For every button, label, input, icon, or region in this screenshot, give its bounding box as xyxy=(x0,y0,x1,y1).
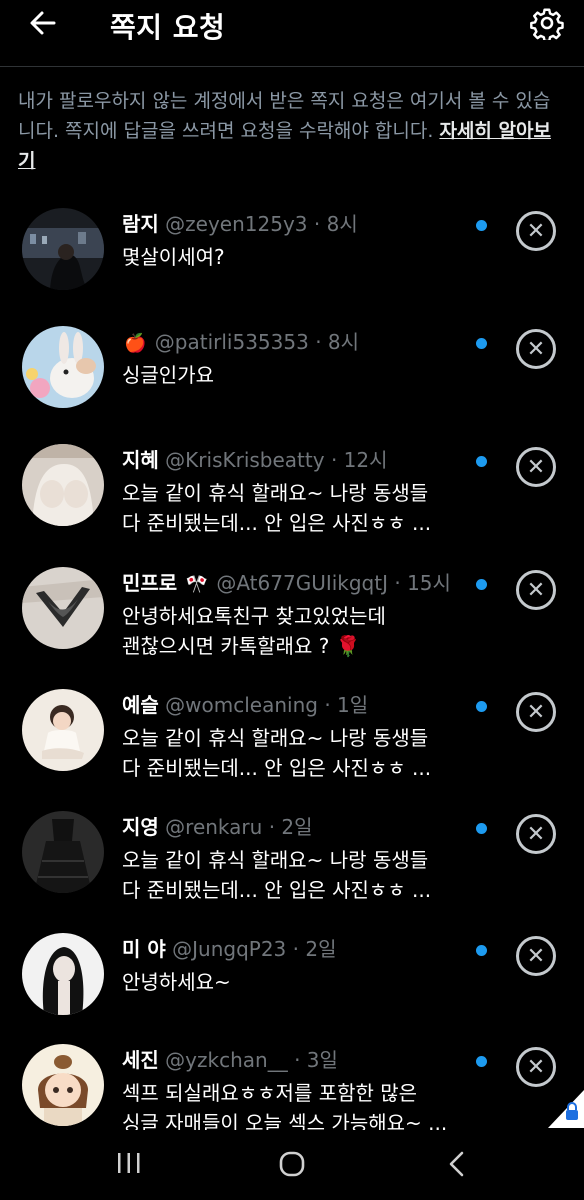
sent-time: · 3일 xyxy=(294,1048,338,1072)
close-icon: ✕ xyxy=(526,943,546,969)
back-button[interactable] xyxy=(28,8,58,38)
avatar[interactable] xyxy=(22,444,104,526)
arrow-left-icon xyxy=(30,11,56,35)
request-row[interactable]: 예슬 @womcleaning · 1일 오늘 같이 휴식 할래요~ 나랑 동생… xyxy=(0,677,584,797)
dismiss-request-button[interactable]: ✕ xyxy=(516,447,556,487)
close-icon: ✕ xyxy=(526,454,546,480)
message-preview: 오늘 같이 휴식 할래요~ 나랑 동생들 다 준비됐는데... 안 입은 사진ㅎ… xyxy=(122,481,432,535)
sent-time: · 2일 xyxy=(292,937,337,961)
sender-handle: @patirli535353 xyxy=(154,330,309,354)
avatar[interactable] xyxy=(22,208,104,290)
sender-name: 예슬 xyxy=(122,693,159,717)
top-app-bar: 쪽지 요청 xyxy=(0,0,584,66)
sender-name: 지혜 xyxy=(122,448,159,472)
dismiss-request-button[interactable]: ✕ xyxy=(516,329,556,369)
recent-apps-icon[interactable] xyxy=(116,1150,142,1176)
sent-time: · 8시 xyxy=(313,212,358,236)
system-navigation-bar xyxy=(0,1130,584,1200)
sender-line: 민프로 🎌 @At677GUIikgqtJ · 15시 xyxy=(122,569,472,599)
sender-line: 람지 @zeyen125y3 · 8시 xyxy=(122,210,472,238)
header-divider xyxy=(0,66,584,67)
sender-line: 세진 @yzkchan__ · 3일 xyxy=(122,1046,472,1074)
request-row[interactable]: 민프로 🎌 @At677GUIikgqtJ · 15시 안녕하세요톡친구 찾고있… xyxy=(0,555,584,675)
sender-handle: @At677GUIikgqtJ xyxy=(216,571,388,595)
close-icon: ✕ xyxy=(526,577,546,603)
sent-time: · 1일 xyxy=(324,693,369,717)
avatar[interactable] xyxy=(22,933,104,1015)
dismiss-request-button[interactable]: ✕ xyxy=(516,936,556,976)
message-preview: 안녕하세요톡친구 찾고있었는데 괜찮으시면 카톡할래요 ? 🌹 xyxy=(122,604,386,658)
sender-name: 지영 xyxy=(122,815,159,839)
dismiss-request-button[interactable]: ✕ xyxy=(516,211,556,251)
name-emoji: 🍎 xyxy=(124,333,147,354)
close-icon: ✕ xyxy=(526,1054,546,1080)
message-preview: 섹프 되실래요ㅎㅎ저를 포함한 많은 싱글 자매들이 오늘 섹스 가능해요~ .… xyxy=(122,1081,448,1135)
name-emoji: 🎌 xyxy=(185,574,208,595)
gear-icon xyxy=(530,8,564,43)
close-icon: ✕ xyxy=(526,699,546,725)
settings-button[interactable] xyxy=(530,6,564,43)
sender-line: 지영 @renkaru · 2일 xyxy=(122,813,472,841)
unread-dot xyxy=(476,579,487,590)
back-chevron-icon[interactable] xyxy=(446,1150,466,1178)
unread-dot xyxy=(476,945,487,956)
message-preview: 싱글인가요 xyxy=(122,363,214,387)
close-icon: ✕ xyxy=(526,336,546,362)
unread-dot xyxy=(476,456,487,467)
sender-name: 세진 xyxy=(122,1048,159,1072)
avatar[interactable] xyxy=(22,567,104,649)
unread-dot xyxy=(476,701,487,712)
sender-line: 지혜 @KrisKrisbeatty · 12시 xyxy=(122,446,472,474)
sender-line: 🍎 @patirli535353 · 8시 xyxy=(122,328,472,358)
dismiss-request-button[interactable]: ✕ xyxy=(516,1047,556,1087)
request-row[interactable]: 람지 @zeyen125y3 · 8시 몇살이세여? ✕ xyxy=(0,196,584,316)
sender-line: 예슬 @womcleaning · 1일 xyxy=(122,691,472,719)
unread-dot xyxy=(476,1056,487,1067)
avatar[interactable] xyxy=(22,689,104,771)
sender-handle: @JungqP23 xyxy=(172,937,287,961)
home-icon[interactable] xyxy=(278,1150,306,1178)
avatar[interactable] xyxy=(22,811,104,893)
dismiss-request-button[interactable]: ✕ xyxy=(516,692,556,732)
message-preview: 오늘 같이 휴식 할래요~ 나랑 동생들 다 준비됐는데... 안 입은 사진ㅎ… xyxy=(122,726,432,780)
request-row[interactable]: 🍎 @patirli535353 · 8시 싱글인가요 ✕ xyxy=(0,314,584,434)
sender-name: 미 야 xyxy=(122,937,166,961)
sent-time: · 12시 xyxy=(330,448,388,472)
sent-time: · 15시 xyxy=(394,571,451,595)
sent-time: · 8시 xyxy=(315,330,360,354)
sender-name: 민프로 xyxy=(122,571,178,595)
sent-time: · 2일 xyxy=(268,815,313,839)
avatar[interactable] xyxy=(22,1044,104,1126)
request-row[interactable]: 미 야 @JungqP23 · 2일 안녕하세요~ ✕ xyxy=(0,921,584,1041)
sender-line: 미 야 @JungqP23 · 2일 xyxy=(122,935,472,963)
dismiss-request-button[interactable]: ✕ xyxy=(516,570,556,610)
avatar[interactable] xyxy=(22,326,104,408)
sender-name: 람지 xyxy=(122,212,159,236)
sender-handle: @womcleaning xyxy=(165,693,318,717)
message-preview: 몇살이세여? xyxy=(122,245,225,269)
sender-handle: @zeyen125y3 xyxy=(165,212,308,236)
requests-notice: 내가 팔로우하지 않는 계정에서 받은 쪽지 요청은 여기서 볼 수 있습니다.… xyxy=(18,86,558,176)
sender-handle: @KrisKrisbeatty xyxy=(165,448,325,472)
sender-handle: @yzkchan__ xyxy=(165,1048,288,1072)
unread-dot xyxy=(476,338,487,349)
unread-dot xyxy=(476,220,487,231)
message-preview: 안녕하세요~ xyxy=(122,970,231,994)
new-message-corner-badge[interactable] xyxy=(548,1090,584,1128)
close-icon: ✕ xyxy=(526,218,546,244)
request-row[interactable]: 지혜 @KrisKrisbeatty · 12시 오늘 같이 휴식 할래요~ 나… xyxy=(0,432,584,552)
unread-dot xyxy=(476,823,487,834)
sender-handle: @renkaru xyxy=(165,815,263,839)
dismiss-request-button[interactable]: ✕ xyxy=(516,814,556,854)
message-preview: 오늘 같이 휴식 할래요~ 나랑 동생들 다 준비됐는데... 안 입은 사진ㅎ… xyxy=(122,848,432,902)
request-row[interactable]: 지영 @renkaru · 2일 오늘 같이 휴식 할래요~ 나랑 동생들 다 … xyxy=(0,799,584,919)
page-title: 쪽지 요청 xyxy=(110,11,226,44)
close-icon: ✕ xyxy=(526,821,546,847)
